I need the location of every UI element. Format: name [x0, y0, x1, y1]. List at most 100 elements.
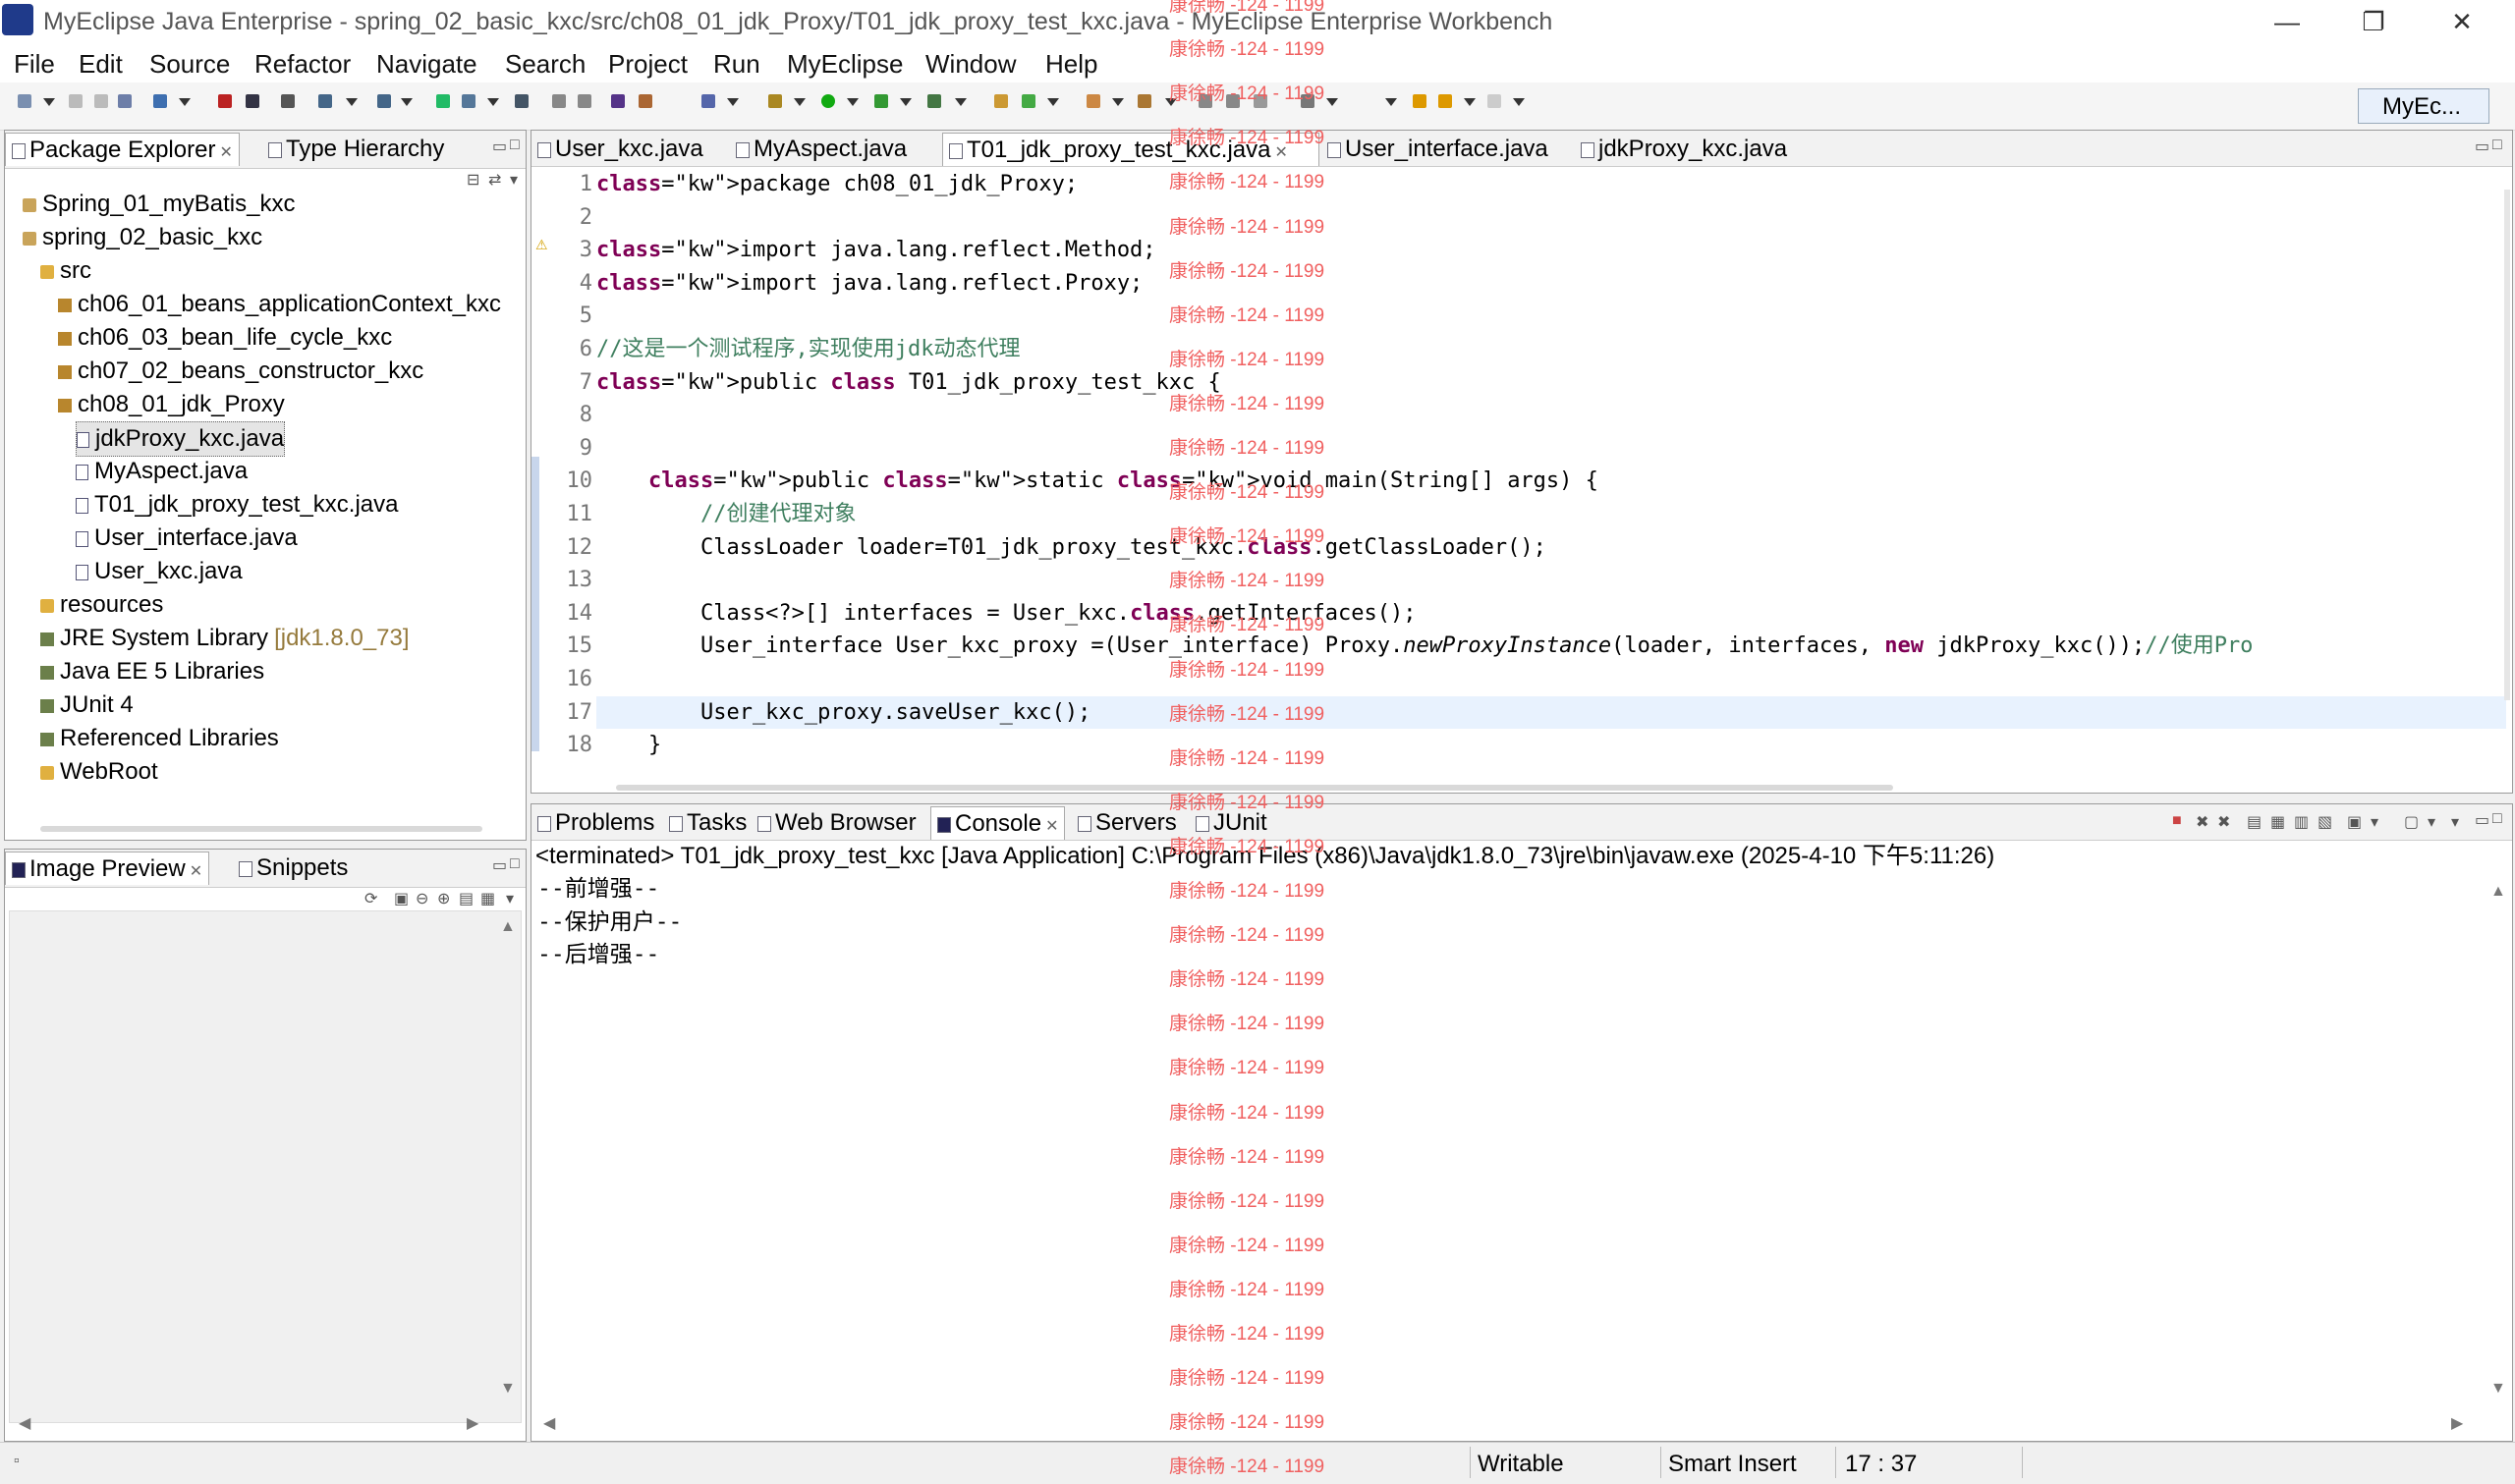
tab-type-hierarchy[interactable]: Type Hierarchy: [262, 133, 450, 166]
code-line[interactable]: }: [596, 729, 2506, 761]
maximize-view-icon[interactable]: □: [510, 855, 520, 873]
maximize-view-icon[interactable]: □: [510, 137, 520, 154]
view-menu-icon[interactable]: ▾: [2451, 812, 2459, 832]
browser-dropdown-icon[interactable]: [401, 98, 413, 106]
tree-item[interactable]: T01_jdk_proxy_test_kxc.java: [76, 488, 399, 522]
actual-size-icon[interactable]: ▤: [459, 889, 474, 908]
tree-item[interactable]: MyAspect.java: [76, 455, 248, 488]
word-wrap-icon[interactable]: ▥: [2294, 812, 2309, 832]
next-annotation-dropdown-icon[interactable]: [1326, 98, 1338, 106]
tree-item[interactable]: JUnit 4: [40, 688, 134, 722]
minimize-view-icon[interactable]: ▭: [2475, 137, 2489, 156]
prev-annotation-dropdown-icon[interactable]: [1385, 98, 1397, 106]
fit-icon[interactable]: ▣: [394, 889, 409, 908]
tree-item[interactable]: Referenced Libraries: [40, 722, 279, 755]
explorer-horizontal-scrollbar[interactable]: [40, 826, 482, 832]
forward-icon[interactable]: [1487, 94, 1501, 108]
publish-icon[interactable]: [701, 94, 715, 108]
code-line[interactable]: ClassLoader loader=T01_jdk_proxy_test_kx…: [596, 531, 2506, 564]
code-line[interactable]: User_interface User_kxc_proxy =(User_int…: [596, 630, 2506, 662]
tab-problems[interactable]: Problems: [531, 806, 660, 840]
browser-icon[interactable]: [377, 94, 391, 108]
open-task-icon[interactable]: [1087, 94, 1100, 108]
tree-item[interactable]: WebRoot: [40, 755, 158, 789]
menu-search[interactable]: Search: [505, 49, 586, 80]
menu-edit[interactable]: Edit: [79, 49, 123, 80]
sync-icon[interactable]: [515, 94, 529, 108]
collapse-all-icon[interactable]: ⊟: [467, 170, 479, 190]
minimize-view-icon[interactable]: ▭: [2475, 810, 2489, 830]
tab-web-browser[interactable]: Web Browser: [752, 806, 922, 840]
scroll-right-icon[interactable]: ▶: [467, 1413, 478, 1433]
code-editor[interactable]: 1 class="kw">package ch08_01_jdk_Proxy; 2 3…: [541, 166, 2506, 763]
view-menu-icon[interactable]: ▾: [506, 889, 514, 908]
code-line[interactable]: class="kw">public class T01_jdk_proxy_te…: [596, 366, 2506, 399]
open-type-dropdown-icon[interactable]: [179, 98, 191, 106]
code-line[interactable]: [596, 564, 2506, 596]
tree-item[interactable]: Java EE 5 Libraries: [40, 655, 264, 688]
server-icon[interactable]: [318, 94, 332, 108]
tree-item[interactable]: Spring_01_myBatis_kxc: [23, 188, 295, 221]
tree-item[interactable]: src: [40, 254, 91, 288]
menu-window[interactable]: Window: [925, 49, 1016, 80]
console-output[interactable]: --前增强-- --保护用户-- --后增强--: [537, 873, 2492, 1364]
code-line[interactable]: class="kw">public class="kw">static clas…: [596, 465, 2506, 497]
menu-refactor[interactable]: Refactor: [254, 49, 351, 80]
run-dropdown-icon[interactable]: [847, 98, 859, 106]
code-line[interactable]: Class<?>[] interfaces = User_kxc.class.g…: [596, 597, 2506, 630]
next-annotation-icon[interactable]: [1301, 94, 1314, 108]
close-icon[interactable]: ✕: [190, 863, 202, 880]
app-server-icon[interactable]: [462, 94, 475, 108]
code-line[interactable]: [596, 663, 2506, 695]
code-line[interactable]: class="kw">import java.lang.reflect.Prox…: [596, 267, 2506, 300]
code-line[interactable]: [596, 762, 2506, 763]
open-console-icon[interactable]: ▢: [2404, 812, 2419, 832]
menu-help[interactable]: Help: [1045, 49, 1097, 80]
code-line[interactable]: [596, 399, 2506, 431]
terminate-icon[interactable]: ■: [2172, 812, 2182, 830]
tab-user-interface[interactable]: User_interface.java: [1321, 133, 1573, 166]
menu-source[interactable]: Source: [149, 49, 230, 80]
new-dropdown-icon[interactable]: [43, 98, 55, 106]
close-icon[interactable]: ✕: [1045, 818, 1058, 835]
new-package-icon[interactable]: [1022, 94, 1035, 108]
scroll-lock-icon[interactable]: ▦: [2270, 812, 2285, 832]
view-menu-icon[interactable]: ▾: [510, 170, 518, 190]
close-icon[interactable]: ✕: [219, 144, 232, 161]
tree-item[interactable]: spring_02_basic_kxc: [23, 221, 262, 254]
print-icon[interactable]: [118, 94, 132, 108]
menu-project[interactable]: Project: [608, 49, 688, 80]
last-edit-icon[interactable]: [1413, 94, 1426, 108]
fast-view-icon[interactable]: ▫: [14, 1453, 20, 1470]
publish-dropdown-icon[interactable]: [727, 98, 739, 106]
scroll-down-icon[interactable]: ▼: [500, 1380, 516, 1398]
scroll-left-icon[interactable]: ◀: [543, 1413, 555, 1433]
package-icon[interactable]: [639, 94, 652, 108]
tab-jdkproxy-kxc[interactable]: jdkProxy_kxc.java: [1575, 133, 1813, 166]
pin-icon[interactable]: [1199, 94, 1212, 108]
save-icon[interactable]: [69, 94, 83, 108]
code-line[interactable]: class="kw">package ch08_01_jdk_Proxy;: [596, 168, 2506, 200]
remove-all-icon[interactable]: ✖: [2217, 812, 2230, 832]
settings-icon[interactable]: ▦: [480, 889, 495, 908]
tab-myaspect[interactable]: MyAspect.java: [730, 133, 940, 166]
debug-icon[interactable]: [768, 94, 782, 108]
tree-item[interactable]: User_kxc.java: [76, 555, 243, 588]
tab-t01-jdk-proxy-test[interactable]: T01_jdk_proxy_test_kxc.java ✕: [942, 133, 1319, 166]
forward-dropdown-icon[interactable]: [1513, 98, 1525, 106]
run-icon[interactable]: [821, 94, 835, 108]
tab-tasks[interactable]: Tasks: [663, 806, 753, 840]
external-tools-dropdown-icon[interactable]: [955, 98, 967, 106]
back-icon[interactable]: [1438, 94, 1452, 108]
close-button[interactable]: ✕: [2423, 2, 2501, 41]
tab-servers[interactable]: Servers: [1072, 806, 1183, 840]
new-java-project-icon[interactable]: [994, 94, 1008, 108]
tab-package-explorer[interactable]: Package Explorer ✕: [5, 133, 240, 166]
code-line[interactable]: User_kxc_proxy.saveUser_kxc();: [596, 695, 2506, 729]
server-dropdown-icon[interactable]: [346, 98, 358, 106]
zoom-in-icon[interactable]: ⊕: [437, 889, 450, 908]
scroll-right-icon[interactable]: ▶: [2451, 1413, 2463, 1433]
scroll-left-icon[interactable]: ◀: [19, 1413, 30, 1433]
menu-myeclipse[interactable]: MyEclipse: [787, 49, 903, 80]
tab-image-preview[interactable]: Image Preview ✕: [5, 852, 210, 885]
